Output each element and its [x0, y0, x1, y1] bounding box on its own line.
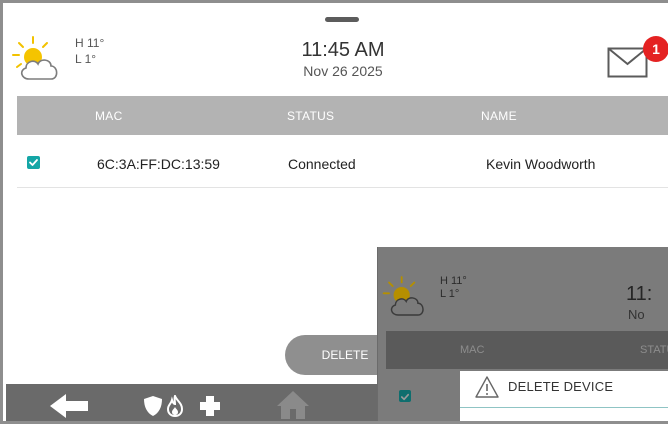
- delete-button-label: DELETE: [321, 348, 369, 362]
- warning-icon: [475, 376, 499, 398]
- weather-widget[interactable]: H 11° L 1°: [9, 33, 119, 83]
- overlay-table-header: MAC STATU: [386, 331, 668, 369]
- cell-name: Kevin Woodworth: [486, 156, 596, 172]
- pull-down-handle[interactable]: [325, 17, 359, 22]
- table-row[interactable]: 6C:3A:FF:DC:13:59 Connected Kevin Woodwo…: [17, 137, 668, 188]
- time-display: 11:45 AM: [301, 39, 385, 61]
- partly-cloudy-icon: [12, 36, 58, 80]
- clock: 11:45 AM Nov 26 2025: [233, 39, 453, 79]
- bottom-nav-bar: [6, 384, 386, 421]
- home-icon[interactable]: [276, 390, 310, 420]
- shield-icon[interactable]: [143, 395, 163, 417]
- partly-cloudy-icon: [382, 276, 424, 316]
- row-checkbox[interactable]: [27, 156, 40, 169]
- temp-high: H 11°: [75, 36, 105, 50]
- overlay-date: No: [628, 307, 645, 322]
- dialog-divider: [460, 407, 668, 408]
- overlay-row-checkbox: [399, 390, 411, 402]
- date-display: Nov 26 2025: [303, 63, 383, 79]
- medical-cross-icon[interactable]: [199, 395, 221, 417]
- dialog-title: DELETE DEVICE: [508, 379, 614, 394]
- cell-status: Connected: [288, 156, 356, 172]
- checkmark-icon: [400, 393, 410, 401]
- delete-device-dialog: DELETE DEVICE: [460, 371, 668, 421]
- overlay-weather-widget: H 11° L 1°: [380, 273, 476, 323]
- fire-icon[interactable]: [166, 395, 184, 417]
- checkmark-icon: [29, 159, 38, 166]
- overlay-column-status: STATU: [640, 344, 668, 356]
- overlay-temp-low: L 1°: [440, 288, 460, 300]
- messages-button[interactable]: 1: [607, 36, 668, 79]
- back-arrow-icon[interactable]: [50, 394, 90, 418]
- temp-low: L 1°: [75, 52, 97, 66]
- unread-badge: 1: [643, 36, 668, 62]
- overlay-time: 11:: [626, 283, 653, 305]
- overlay-temp-high: H 11°: [440, 275, 467, 287]
- column-header-mac[interactable]: MAC: [95, 109, 123, 123]
- table-header: MAC STATUS NAME: [17, 96, 668, 135]
- column-header-name[interactable]: NAME: [481, 109, 517, 123]
- overlay-column-mac: MAC: [460, 344, 485, 356]
- column-header-status[interactable]: STATUS: [287, 109, 334, 123]
- cell-mac: 6C:3A:FF:DC:13:59: [97, 156, 220, 172]
- app-screen: H 11° L 1° 11:45 AM Nov 26 2025 1 MAC ST…: [0, 0, 668, 424]
- delete-dialog-overlay: H 11° L 1° 11: No MAC STATU DELETE DEVIC…: [377, 247, 668, 421]
